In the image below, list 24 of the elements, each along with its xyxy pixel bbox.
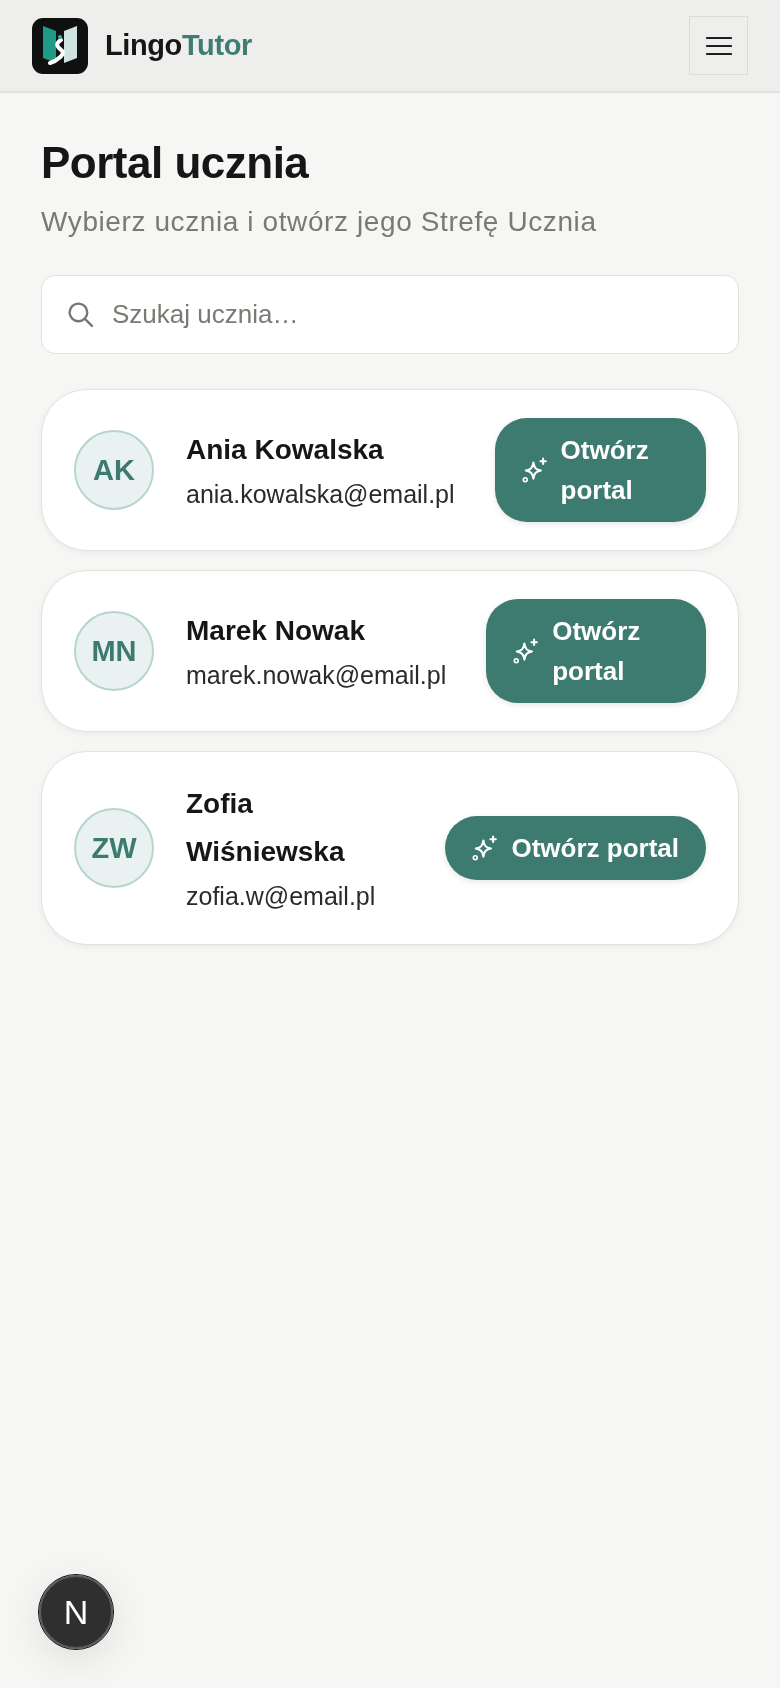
sparkle-icon — [513, 638, 540, 664]
menu-icon — [705, 35, 732, 56]
avatar: MN — [74, 611, 154, 691]
search-icon — [67, 301, 94, 328]
student-email: ania.kowalska@email.pl — [186, 479, 455, 510]
open-portal-button[interactable]: Otwórz portal — [445, 816, 706, 880]
sparkle-icon — [521, 457, 548, 483]
student-email: marek.nowak@email.pl — [186, 660, 447, 691]
sparkle-icon — [472, 835, 499, 861]
open-portal-button[interactable]: Otwórz portal — [486, 599, 706, 703]
dev-tools-button[interactable]: N — [39, 1575, 113, 1649]
search-field[interactable]: Szukaj ucznia… — [41, 275, 739, 354]
page-subtitle: Wybierz ucznia i otwórz jego Strefę Ucznia — [41, 205, 598, 239]
avatar: ZW — [74, 808, 154, 888]
logo-icon — [32, 17, 88, 74]
avatar: AK — [74, 430, 154, 510]
brand-name: LingoTutor — [105, 29, 252, 62]
student-name: Zofia Wiśniewska — [186, 787, 346, 869]
student-email: zofia.w@email.pl — [186, 881, 376, 912]
open-portal-button[interactable]: Otwórz portal — [494, 418, 706, 522]
student-name: Ania Kowalska — [186, 433, 384, 467]
page-title: Portal ucznia — [41, 137, 310, 189]
student-name: Marek Nowak — [186, 614, 365, 648]
menu-button[interactable] — [689, 16, 748, 75]
